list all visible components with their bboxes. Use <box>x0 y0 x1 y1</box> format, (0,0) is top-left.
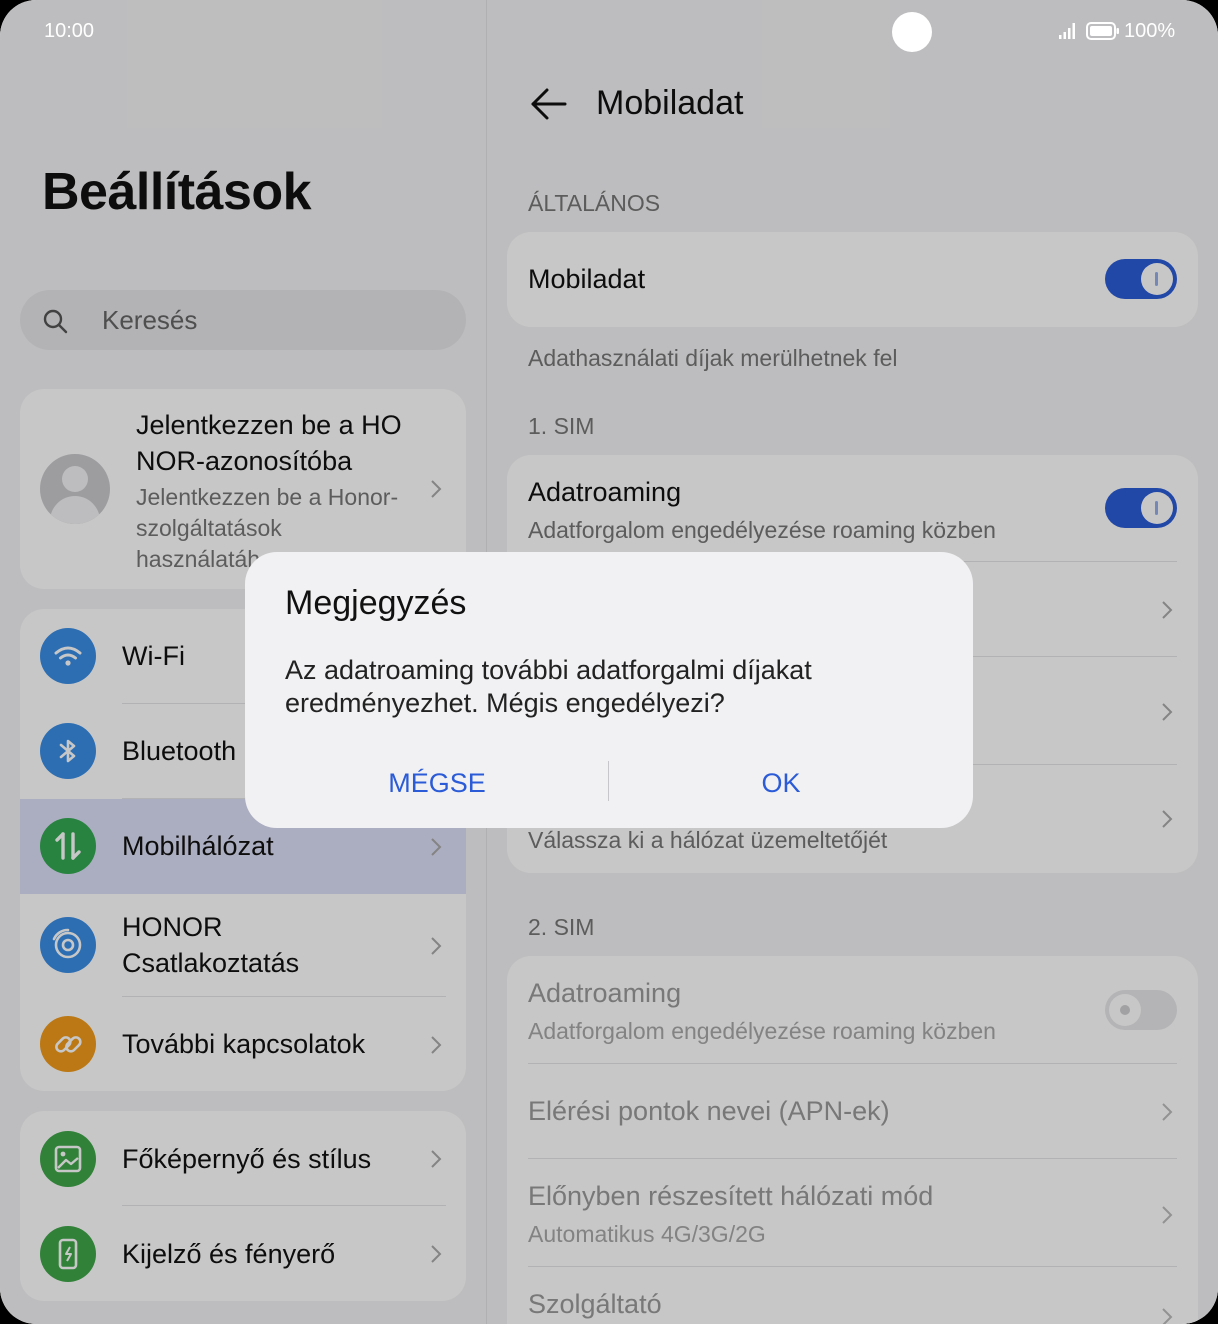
device-screen: Beállítások Jelentkezzen be a HONOR-azon… <box>0 0 1218 1324</box>
dialog-title: Megjegyzés <box>285 584 467 622</box>
status-bar: 10:00 100% <box>0 0 1218 62</box>
battery-percent: 100% <box>1124 20 1176 42</box>
signal-icon <box>1059 23 1075 39</box>
status-time: 10:00 <box>44 20 95 42</box>
dialog-message: Az adatroaming további adatforgalmi díja… <box>285 655 812 718</box>
cancel-button[interactable]: MÉGSE <box>287 758 587 808</box>
front-camera <box>892 12 932 52</box>
ok-button[interactable]: OK <box>631 758 931 808</box>
roaming-warning-dialog: Megjegyzés Az adatroaming további adatfo… <box>245 552 973 828</box>
battery-icon <box>1086 22 1119 40</box>
dialog-button-divider <box>608 761 609 801</box>
